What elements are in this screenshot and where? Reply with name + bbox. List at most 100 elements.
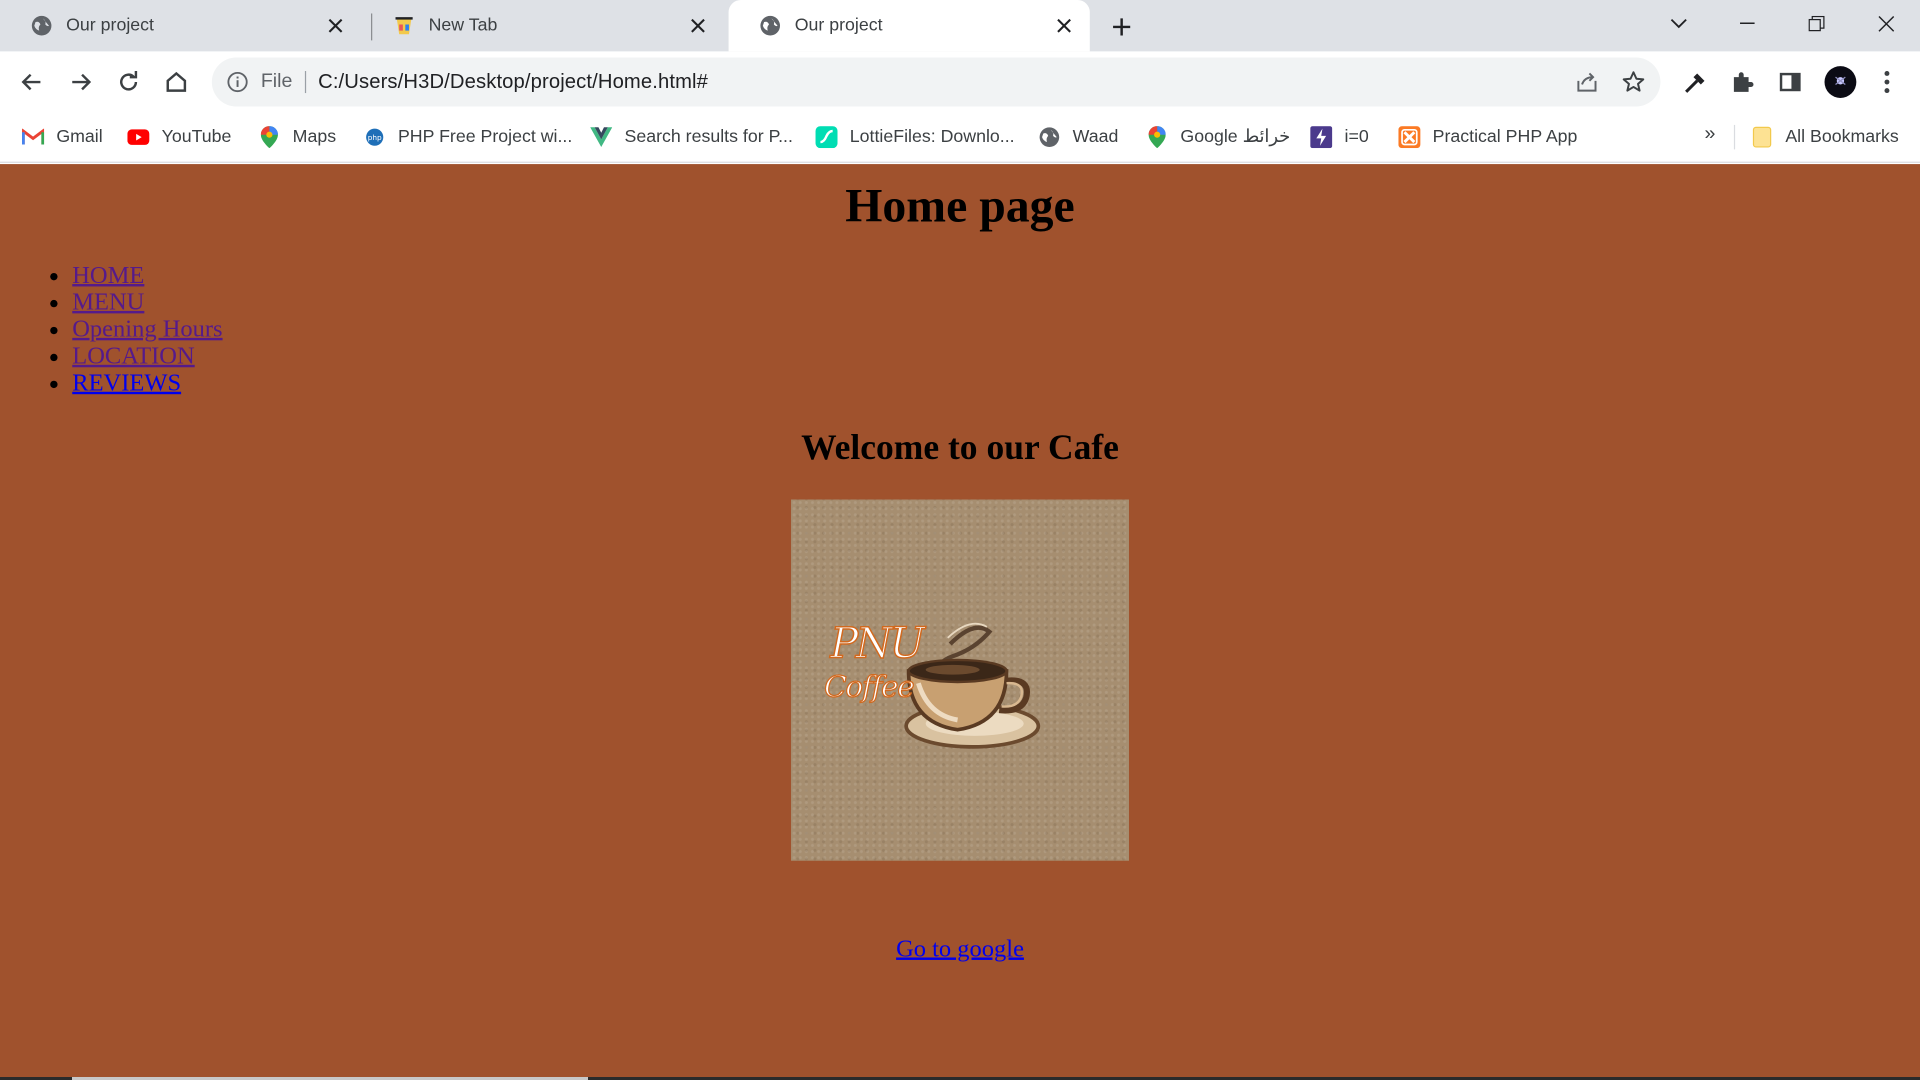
profile-avatar[interactable] xyxy=(1823,65,1857,99)
tab-search-button[interactable] xyxy=(1660,7,1697,39)
bookmark-star-icon[interactable] xyxy=(1621,70,1645,94)
bookmark-label: Search results for P... xyxy=(624,127,793,147)
eyedropper-icon xyxy=(1685,73,1705,93)
nav-link-opening-hours[interactable]: Opening Hours xyxy=(72,316,222,343)
bookmark-label: LottieFiles: Downlo... xyxy=(849,127,1015,147)
eyedropper-extension-button[interactable] xyxy=(1681,67,1710,96)
bookmark-i0[interactable]: i=0 xyxy=(1310,124,1369,151)
chevron-down-icon xyxy=(1670,18,1687,29)
globe-icon xyxy=(31,15,53,37)
nav-link-reviews[interactable]: REVIEWS xyxy=(72,370,181,397)
url-text[interactable]: C:/Users/H3D/Desktop/project/Home.html# xyxy=(318,70,708,93)
bookmarks-bar: Gmail YouTube Maps php PHP Free Project … xyxy=(0,112,1920,163)
globe-icon xyxy=(759,15,781,37)
bookmark-label: Waad xyxy=(1072,127,1119,147)
forward-button[interactable] xyxy=(66,67,95,96)
info-icon[interactable] xyxy=(227,71,249,93)
bookmark-maps[interactable]: Maps xyxy=(258,124,336,151)
plus-icon xyxy=(1113,18,1131,36)
youtube-icon xyxy=(127,126,150,148)
back-button[interactable] xyxy=(17,67,46,96)
bookmark-lottiefiles[interactable]: LottieFiles: Downlo... xyxy=(815,124,1015,151)
nav-link-location[interactable]: LOCATION xyxy=(72,343,194,370)
bookmark-label: Gmail xyxy=(56,127,103,147)
svg-text:php: php xyxy=(368,133,382,142)
minimize-icon xyxy=(1740,22,1755,25)
new-tab-favicon xyxy=(393,15,415,37)
forward-arrow-icon xyxy=(72,73,92,91)
nav-item-home: HOME xyxy=(72,262,222,289)
share-icon[interactable] xyxy=(1575,70,1599,94)
bookmark-php-free-project[interactable]: php PHP Free Project wi... xyxy=(364,124,573,151)
nav-link-home[interactable]: HOME xyxy=(72,262,144,289)
side-panel-button[interactable] xyxy=(1776,67,1805,96)
divider xyxy=(1733,124,1736,150)
bookmark-search-results[interactable]: Search results for P... xyxy=(590,124,793,151)
close-tab-icon[interactable] xyxy=(324,15,346,37)
nav-item-opening-hours: Opening Hours xyxy=(72,316,222,343)
tab-strip: Our project New Tab Our project xyxy=(0,0,1920,52)
minimize-button[interactable] xyxy=(1729,7,1766,39)
tab-new-tab[interactable]: New Tab xyxy=(362,0,723,51)
maps-pin-icon xyxy=(1146,126,1168,149)
avatar-icon xyxy=(1824,66,1857,98)
bookmark-waad[interactable]: Waad xyxy=(1038,124,1118,151)
bookmark-youtube[interactable]: YouTube xyxy=(127,124,231,151)
lottie-icon xyxy=(815,126,838,149)
address-bar[interactable]: File C:/Users/H3D/Desktop/project/Home.h… xyxy=(211,57,1661,107)
close-tab-icon[interactable] xyxy=(687,15,709,37)
bookmark-label: Practical PHP App xyxy=(1432,127,1578,147)
bookmark-label: Maps xyxy=(292,127,337,147)
puzzle-icon xyxy=(1733,72,1754,92)
tab-title: Our project xyxy=(66,15,154,36)
nav-item-location: LOCATION xyxy=(72,343,222,370)
menu-button[interactable] xyxy=(1872,67,1901,96)
new-tab-button[interactable] xyxy=(1106,11,1138,43)
gmail-icon xyxy=(22,126,45,148)
bolt-icon xyxy=(1310,126,1333,149)
reload-button[interactable] xyxy=(114,67,143,96)
tab-our-project-1[interactable]: Our project xyxy=(0,0,361,51)
welcome-heading: Welcome to our Cafe xyxy=(801,428,1119,468)
bookmark-label: i=0 xyxy=(1344,127,1369,147)
xampp-icon xyxy=(1398,126,1421,149)
restore-button[interactable] xyxy=(1798,7,1835,39)
php-icon: php xyxy=(364,126,386,148)
page-content: Home page HOME MENU Opening Hours LOCATI… xyxy=(0,164,1920,1077)
page-title: Home page xyxy=(845,179,1075,233)
reload-icon xyxy=(120,71,138,91)
logo-text-pnu: PNU xyxy=(829,619,925,669)
nav-item-menu: MENU xyxy=(72,289,222,316)
nav-item-reviews: REVIEWS xyxy=(72,370,222,397)
all-bookmarks-label: All Bookmarks xyxy=(1785,127,1899,147)
toolbar: File C:/Users/H3D/Desktop/project/Home.h… xyxy=(0,51,1920,113)
bookmark-gmail[interactable]: Gmail xyxy=(22,124,103,151)
go-to-google-link[interactable]: Go to google xyxy=(896,935,1024,962)
bookmark-label: Google خرائط xyxy=(1180,127,1291,147)
tab-title: New Tab xyxy=(428,15,498,36)
bookmark-label: PHP Free Project wi... xyxy=(397,127,573,147)
bookmark-label: YouTube xyxy=(161,127,232,147)
close-icon xyxy=(1877,15,1894,32)
kebab-menu-icon xyxy=(1884,71,1890,94)
folder-icon xyxy=(1751,126,1773,148)
home-icon xyxy=(166,71,187,92)
tab-our-project-active[interactable]: Our project xyxy=(728,0,1090,52)
vue-icon xyxy=(590,126,613,148)
bookmarks-overflow-button[interactable]: » xyxy=(1705,124,1716,146)
scheme-label: File xyxy=(260,71,293,92)
close-window-button[interactable] xyxy=(1867,7,1904,39)
back-arrow-icon xyxy=(21,73,41,91)
side-panel-icon xyxy=(1779,72,1801,92)
nav-link-menu[interactable]: MENU xyxy=(72,289,144,316)
extensions-button[interactable] xyxy=(1728,67,1757,96)
close-tab-icon[interactable] xyxy=(1053,15,1075,37)
home-button[interactable] xyxy=(162,67,191,96)
all-bookmarks-button[interactable]: All Bookmarks xyxy=(1751,124,1899,151)
bookmark-google-maps-arabic[interactable]: Google خرائط xyxy=(1146,124,1290,151)
bookmark-practical-php-app[interactable]: Practical PHP App xyxy=(1398,124,1577,151)
divider xyxy=(304,71,306,94)
google-link-container: Go to google xyxy=(0,935,1920,963)
nav-list: HOME MENU Opening Hours LOCATION REVIEWS xyxy=(72,262,222,397)
logo-text-coffee: Coffee xyxy=(823,669,915,705)
